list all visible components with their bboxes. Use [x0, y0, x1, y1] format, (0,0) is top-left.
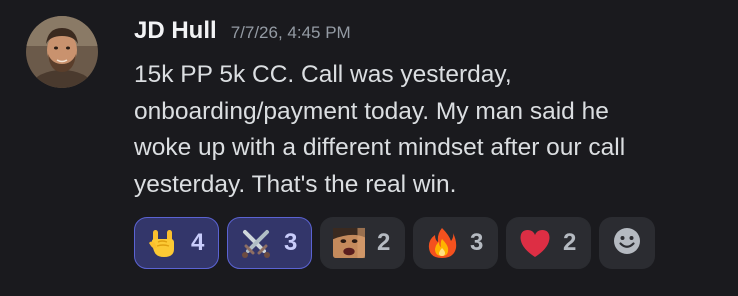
reaction-crossed-swords[interactable]: 3 — [227, 217, 312, 269]
reaction-fire[interactable]: 3 — [413, 217, 498, 269]
message-line: 15k PP 5k CC. Call was yesterday, — [134, 61, 512, 88]
message-timestamp: 7/7/26, 4:45 PM — [230, 23, 351, 42]
red-heart-icon — [519, 227, 551, 259]
author-name[interactable]: JD Hull — [134, 17, 217, 45]
reaction-count: 3 — [284, 229, 298, 256]
avatar[interactable] — [26, 16, 98, 88]
message-header: JD Hull 7/7/26, 4:45 PM — [134, 17, 351, 49]
custom-face-emote-icon — [333, 227, 365, 259]
reaction-count: 2 — [377, 229, 391, 256]
message-content: 15k PP 5k CC. Call was yesterday, onboar… — [134, 57, 724, 203]
smiley-add-reaction-icon — [612, 226, 642, 261]
message-line: onboarding/payment today. My man said he — [134, 97, 609, 125]
reaction-count: 2 — [563, 229, 577, 256]
reaction-heart[interactable]: 2 — [506, 217, 591, 269]
reaction-count: 4 — [191, 229, 205, 256]
message-line: yesterday. That's the real win. — [134, 170, 457, 198]
chat-message: JD Hull 7/7/26, 4:45 PM 15k PP 5k CC. Ca… — [0, 0, 738, 296]
reaction-count: 3 — [470, 229, 484, 256]
reaction-rock-on[interactable]: 4 — [134, 217, 219, 269]
message-line: woke up with a different mindset after o… — [134, 134, 626, 161]
reaction-custom-emote[interactable]: 2 — [320, 217, 405, 269]
crossed-swords-icon — [240, 227, 272, 259]
avatar-photo — [26, 16, 98, 88]
fire-icon — [426, 227, 458, 259]
add-reaction-button[interactable] — [599, 217, 655, 269]
reactions-bar: 4 3 2 3 2 — [134, 217, 655, 269]
rock-on-hand-icon — [147, 227, 179, 259]
